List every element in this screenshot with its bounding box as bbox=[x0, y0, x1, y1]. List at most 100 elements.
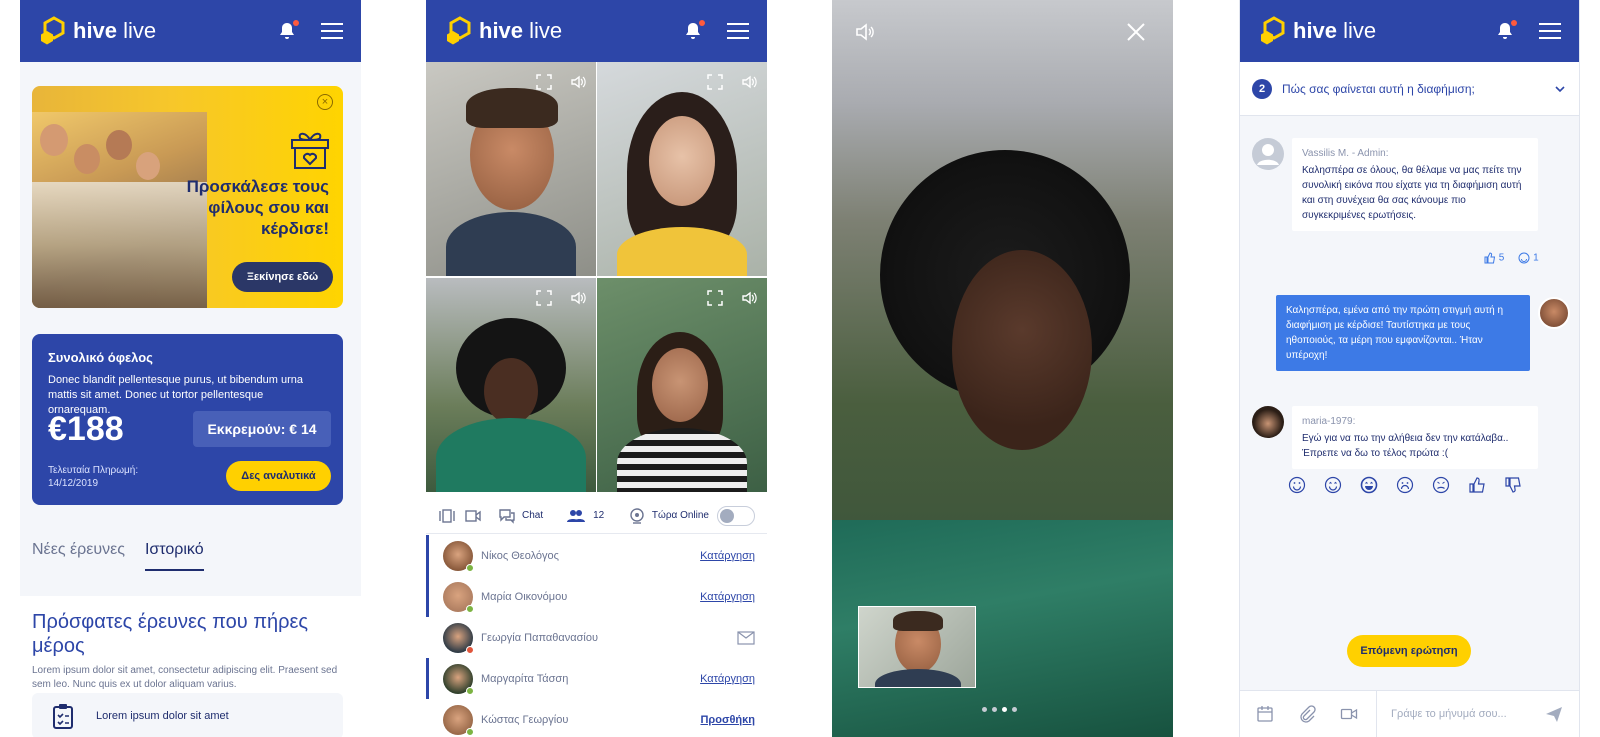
chevron-down-icon[interactable] bbox=[1553, 82, 1567, 96]
logo[interactable]: hive live bbox=[38, 15, 156, 47]
video-tile-1[interactable] bbox=[426, 62, 596, 276]
invite-promo-card: × Προσκάλεσε τους φίλους σου και κέρδισε… bbox=[32, 86, 343, 308]
avatar bbox=[443, 540, 474, 572]
fullscreen-icon[interactable] bbox=[707, 290, 723, 306]
list-item[interactable]: Κώστας Γεωργίου Προσθήκη bbox=[426, 699, 767, 737]
app-header: hive live bbox=[426, 0, 767, 62]
participant-name: Γεωργία Παπαθανασίου bbox=[481, 631, 598, 644]
call-toolbar: Chat 12 Τώρα Online bbox=[426, 498, 767, 534]
video-camera-icon[interactable] bbox=[1340, 705, 1358, 723]
avatar bbox=[443, 581, 474, 613]
question-text: Πώς σας φαίνεται αυτή η διαφήμιση; bbox=[1282, 81, 1475, 96]
chat-icon[interactable] bbox=[498, 507, 516, 525]
benefit-title: Συνολικό όφελος bbox=[48, 350, 153, 365]
self-view-pip[interactable] bbox=[858, 606, 976, 688]
next-question-button[interactable]: Επόμενη ερώτηση bbox=[1347, 635, 1471, 667]
like-reaction[interactable]: 5 bbox=[1484, 252, 1504, 264]
fullscreen-icon[interactable] bbox=[536, 74, 552, 90]
volume-icon[interactable] bbox=[741, 74, 757, 90]
menu-icon[interactable] bbox=[321, 23, 343, 39]
laugh-icon[interactable] bbox=[1360, 476, 1378, 494]
notifications-bell-icon[interactable] bbox=[683, 20, 705, 41]
chat-label[interactable]: Chat bbox=[522, 510, 543, 521]
logo[interactable]: hive live bbox=[444, 15, 562, 47]
last-payment: Τελευταία Πληρωμή: 14/12/2019 bbox=[48, 464, 138, 490]
message-input[interactable]: Γράψε το μήνυμά σου... bbox=[1391, 708, 1545, 720]
promo-title: Προσκάλεσε τους φίλους σου και κέρδισε! bbox=[186, 177, 329, 238]
fullscreen-icon[interactable] bbox=[707, 74, 723, 90]
status-indicator bbox=[466, 563, 474, 572]
fullscreen-icon[interactable] bbox=[536, 290, 552, 306]
menu-icon[interactable] bbox=[1539, 23, 1561, 39]
close-icon[interactable] bbox=[1124, 20, 1148, 44]
status-indicator bbox=[466, 645, 474, 654]
video-tile-3[interactable] bbox=[426, 278, 596, 492]
volume-icon[interactable] bbox=[570, 290, 586, 306]
avatar bbox=[443, 622, 474, 654]
screen-share-icon[interactable] bbox=[464, 507, 482, 525]
participant-name: Κώστας Γεωργίου bbox=[481, 713, 569, 726]
video-grid bbox=[426, 62, 767, 492]
list-item[interactable]: Μαργαρίτα Τάσση Κατάργηση bbox=[426, 658, 767, 699]
confused-icon[interactable] bbox=[1432, 476, 1450, 494]
gift-icon bbox=[291, 132, 329, 169]
remove-participant-link[interactable]: Κατάργηση bbox=[700, 550, 755, 562]
menu-icon[interactable] bbox=[727, 23, 749, 39]
list-item[interactable]: Γεωργία Παπαθανασίου bbox=[426, 617, 767, 658]
brand-suffix: live bbox=[117, 18, 157, 43]
status-indicator bbox=[466, 604, 474, 613]
survey-item-label: Lorem ipsum dolor sit amet bbox=[96, 710, 229, 722]
remove-participant-link[interactable]: Κατάργηση bbox=[700, 673, 755, 685]
video-tile-4[interactable] bbox=[597, 278, 767, 492]
notifications-bell-icon[interactable] bbox=[277, 20, 299, 41]
benefit-amount: €188 bbox=[48, 410, 124, 448]
clipboard-icon bbox=[53, 704, 73, 729]
list-item[interactable]: Νίκος Θεολόγος Κατάργηση bbox=[426, 535, 767, 576]
list-item[interactable]: Μαρία Οικονόμου Κατάργηση bbox=[426, 576, 767, 617]
participants-icon[interactable] bbox=[567, 507, 586, 525]
participant-name: Μαρία Οικονόμου bbox=[481, 590, 568, 603]
calendar-icon[interactable] bbox=[1256, 705, 1274, 723]
last-payment-label: Τελευταία Πληρωμή: bbox=[48, 465, 139, 476]
online-toggle[interactable] bbox=[717, 505, 755, 526]
tab-history[interactable]: Ιστορικό bbox=[144, 541, 204, 571]
user-message-text: Εγώ για να πω την αλήθεια δεν την κατάλα… bbox=[1302, 433, 1509, 459]
volume-icon[interactable] bbox=[570, 74, 586, 90]
sad-icon[interactable] bbox=[1396, 476, 1414, 494]
promo-start-button[interactable]: Ξεκίνησε εδώ bbox=[232, 262, 333, 292]
remove-participant-link[interactable]: Κατάργηση bbox=[700, 591, 755, 603]
smile-reaction[interactable]: 1 bbox=[1518, 252, 1539, 264]
status-indicator bbox=[466, 727, 474, 736]
online-now-label: Τώρα Online bbox=[651, 510, 709, 521]
view-details-button[interactable]: Δες αναλυτικά bbox=[226, 461, 331, 491]
video-tile-2[interactable] bbox=[597, 62, 767, 276]
avatar bbox=[443, 704, 474, 736]
brand-name: hive bbox=[1293, 18, 1338, 43]
survey-item[interactable]: Lorem ipsum dolor sit amet bbox=[32, 693, 343, 737]
add-participant-link[interactable]: Προσθήκη bbox=[700, 714, 755, 726]
like-count: 5 bbox=[1498, 252, 1505, 264]
smile-icon[interactable] bbox=[1288, 476, 1306, 494]
layout-icon[interactable] bbox=[438, 507, 456, 525]
brand-name: hive bbox=[73, 18, 118, 43]
volume-icon[interactable] bbox=[741, 290, 757, 306]
screen-video-call: hive live Chat 12 Τώρα Online Νίκος Θεολ… bbox=[426, 0, 767, 737]
happy-icon[interactable] bbox=[1324, 476, 1342, 494]
tab-new-surveys[interactable]: Νέες έρευνες bbox=[32, 541, 125, 571]
thumbs-up-icon[interactable] bbox=[1468, 476, 1486, 494]
hive-logo-icon bbox=[447, 16, 471, 45]
notifications-bell-icon[interactable] bbox=[1495, 20, 1517, 41]
close-promo-icon[interactable]: × bbox=[317, 94, 333, 110]
thumbs-down-icon[interactable] bbox=[1504, 476, 1522, 494]
last-payment-date: 14/12/2019 bbox=[48, 478, 99, 489]
message-reactions: 5 1 bbox=[1484, 252, 1539, 264]
volume-icon[interactable] bbox=[854, 20, 878, 44]
mail-icon[interactable] bbox=[737, 630, 755, 645]
logo[interactable]: hive live bbox=[1258, 15, 1376, 47]
participants-list: Νίκος Θεολόγος Κατάργηση Μαρία Οικονόμου Κα… bbox=[426, 535, 767, 737]
question-header[interactable]: 2 Πώς σας φαίνεται αυτή η διαφήμιση; bbox=[1240, 62, 1579, 116]
attachment-icon[interactable] bbox=[1298, 705, 1316, 723]
avatar bbox=[443, 663, 474, 695]
send-icon[interactable] bbox=[1545, 705, 1563, 723]
smile-count: 1 bbox=[1533, 252, 1539, 264]
